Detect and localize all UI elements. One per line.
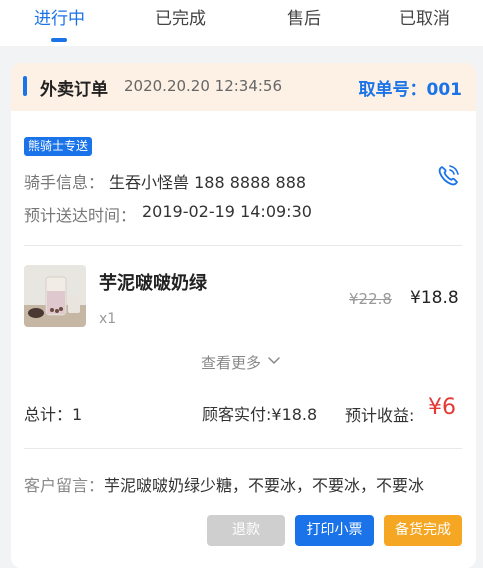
prepare-complete-button[interactable]: 备货完成 <box>384 515 462 546</box>
customer-paid: 顾客实付:¥18.8 <box>202 405 318 424</box>
product-image <box>24 265 86 327</box>
total-count: 总计：1 <box>24 405 83 424</box>
eta-label: 预计送达时间： <box>24 206 137 225</box>
delivery-badge: 熊骑士专送 <box>24 137 93 156</box>
customer-note-label: 客户留言： <box>24 476 105 495</box>
order-type-label: 外卖订单 <box>40 80 108 100</box>
tab-in-progress[interactable]: 进行中 <box>34 4 85 29</box>
order-time: 2020.20.20 12:34:56 <box>124 77 283 95</box>
eta-value: 2019-02-19 14:09:30 <box>142 202 312 221</box>
rider-info-value: 生吞小怪兽 188 8888 888 <box>109 173 307 192</box>
divider <box>24 245 462 246</box>
order-card-header: 外卖订单 2020.20.20 12:34:56 取单号：001 <box>11 63 476 111</box>
chevron-down-icon[interactable] <box>267 355 281 367</box>
print-receipt-button[interactable]: 打印小票 <box>295 515 374 546</box>
pickup-number: 取单号：001 <box>358 80 463 100</box>
product-quantity: x1 <box>99 311 117 327</box>
phone-icon[interactable] <box>435 163 461 189</box>
tab-after-sales[interactable]: 售后 <box>287 4 321 29</box>
rider-info-label: 骑手信息： <box>24 173 105 192</box>
refund-button[interactable]: 退款 <box>207 515 285 546</box>
show-more-link[interactable]: 查看更多 <box>201 352 261 373</box>
divider <box>24 448 462 449</box>
customer-note: 客户留言：芋泥啵啵奶绿少糖，不要冰，不要冰，不要冰 <box>24 472 424 496</box>
tab-completed[interactable]: 已完成 <box>155 4 206 29</box>
product-name: 芋泥啵啵奶绿 <box>99 273 207 294</box>
tab-cancelled[interactable]: 已取消 <box>399 4 450 29</box>
customer-note-text: 芋泥啵啵奶绿少糖，不要冰，不要冰，不要冰 <box>104 476 425 495</box>
active-tab-indicator <box>51 38 67 42</box>
estimated-income-value: ¥6 <box>428 395 456 420</box>
order-card: 外卖订单 2020.20.20 12:34:56 取单号：001 熊骑士专送 骑… <box>11 63 476 568</box>
current-price: ¥18.8 <box>410 288 459 308</box>
header-accent-bar <box>23 76 27 96</box>
order-status-tabs: 进行中 已完成 售后 已取消 <box>0 0 483 46</box>
original-price: ¥22.8 <box>349 290 392 308</box>
estimated-income-label: 预计收益: <box>345 406 415 425</box>
